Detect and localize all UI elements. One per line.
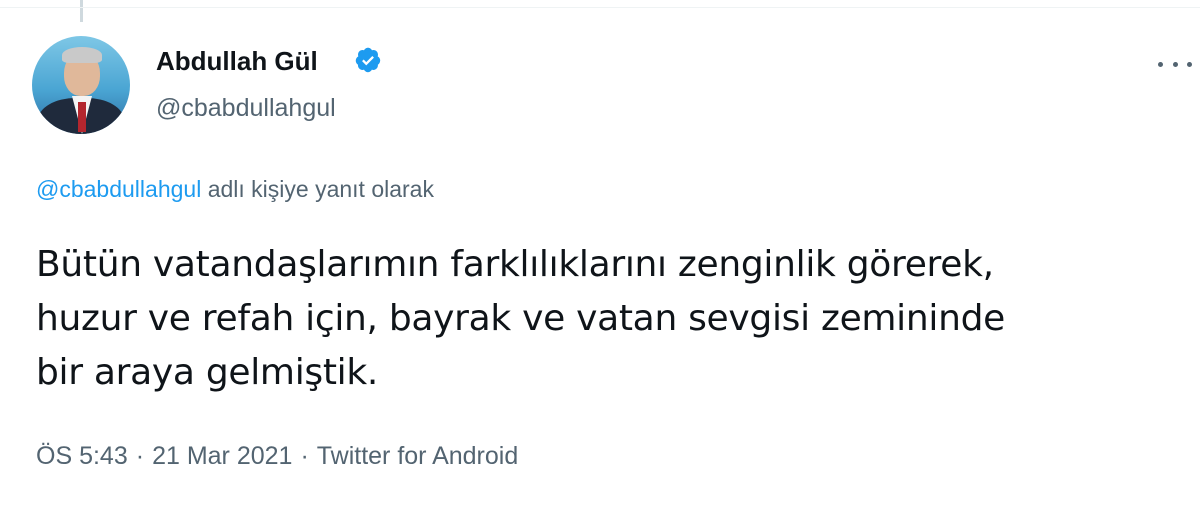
tweet-metadata: ÖS 5:43 · 21 Mar 2021 · Twitter for Android bbox=[36, 442, 518, 471]
reply-handle-link[interactable]: @cbabdullahgul bbox=[36, 176, 201, 202]
author-handle[interactable]: @cbabdullahgul bbox=[156, 94, 336, 123]
reply-context: @cbabdullahgul adlı kişiye yanıt olarak bbox=[36, 176, 434, 203]
avatar[interactable] bbox=[32, 36, 130, 134]
thread-connector-line bbox=[80, 0, 83, 22]
more-options-icon[interactable] bbox=[1158, 58, 1192, 70]
author-name[interactable]: Abdullah Gül bbox=[156, 46, 318, 77]
separator-dot: · bbox=[300, 442, 309, 470]
tweet-source[interactable]: Twitter for Android bbox=[317, 442, 518, 470]
verified-badge-icon bbox=[355, 47, 381, 73]
tweet-text: Bütün vatandaşlarımın farklılıklarını ze… bbox=[36, 244, 1006, 393]
tweet-date[interactable]: 21 Mar 2021 bbox=[152, 442, 292, 470]
separator-dot: · bbox=[135, 442, 145, 470]
top-divider bbox=[0, 7, 1200, 8]
tweet-time[interactable]: ÖS 5:43 bbox=[36, 442, 128, 470]
reply-suffix: adlı kişiye yanıt olarak bbox=[201, 176, 434, 202]
